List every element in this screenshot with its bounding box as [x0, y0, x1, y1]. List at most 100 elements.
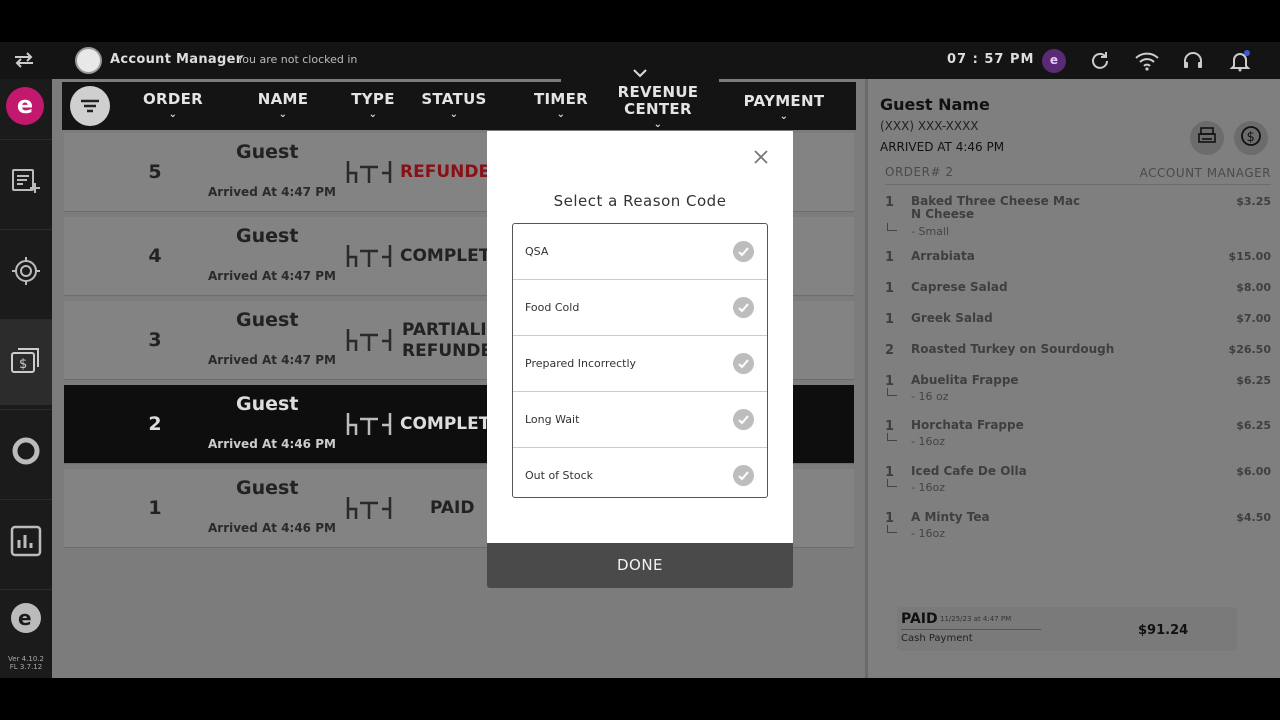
- wifi-icon: [1134, 49, 1159, 73]
- item-price: $7.00: [1236, 312, 1271, 325]
- arrival-time: Arrived At 4:47 PM: [208, 185, 336, 199]
- column-header-order[interactable]: ORDER ⌄: [134, 90, 212, 120]
- order-status: COMPLETI: [400, 246, 497, 266]
- order-status-line1: PARTIALI: [402, 320, 487, 340]
- item-modifier: - 16oz: [911, 435, 945, 448]
- account-title: Account Manager: [110, 52, 243, 67]
- user-avatar[interactable]: e: [1042, 49, 1066, 73]
- reason-label: Out of Stock: [525, 469, 593, 482]
- checkmark-icon[interactable]: [733, 409, 754, 430]
- reason-option-prepared-incorrectly[interactable]: Prepared Incorrectly: [513, 336, 767, 392]
- svg-text:$: $: [19, 357, 27, 372]
- letterbox-top: [0, 0, 1280, 42]
- order-number: 1: [148, 497, 162, 519]
- column-header-label: STATUS: [421, 90, 487, 108]
- chevron-down-icon: ⌄: [779, 111, 789, 122]
- dine-in-icon: [346, 243, 392, 269]
- summary-guest-name: Guest Name: [880, 95, 990, 114]
- left-nav-rail: e $ e Ver 4.10.2 FL 3.7.12: [0, 79, 52, 678]
- reason-option-food-cold[interactable]: Food Cold: [513, 280, 767, 336]
- dine-in-icon: [346, 327, 392, 353]
- account-manager-label: ACCOUNT MANAGER: [1139, 166, 1271, 180]
- letterbox-bottom: [0, 678, 1280, 720]
- modifier-elbow-icon: [887, 433, 897, 441]
- item-modifier: - 16oz: [911, 481, 945, 494]
- item-qty: 1: [885, 195, 895, 210]
- order-total: $91.24: [1138, 623, 1189, 638]
- notification-bell-icon[interactable]: [1228, 49, 1252, 73]
- close-icon[interactable]: [751, 147, 771, 167]
- item-qty: 1: [885, 281, 895, 296]
- item-price: $6.00: [1236, 465, 1271, 478]
- arrival-time: Arrived At 4:47 PM: [208, 353, 336, 367]
- e-logo-icon: e: [10, 602, 42, 638]
- modifier-elbow-icon: [887, 388, 897, 396]
- orders-button[interactable]: $: [0, 319, 52, 405]
- chevron-down-icon: ⌄: [368, 109, 378, 120]
- chevron-down-icon: ⌄: [278, 109, 288, 120]
- column-header-revenue-center[interactable]: REVENUE CENTER ⌄: [606, 84, 710, 130]
- column-header-type[interactable]: TYPE ⌄: [334, 90, 412, 120]
- fl-version-label: FL 3.7.12: [9, 663, 43, 671]
- payment-method: Cash Payment: [901, 633, 973, 644]
- item-name: Greek Salad: [911, 311, 993, 325]
- item-name: A Minty Tea: [911, 510, 990, 524]
- item-name: Horchata Frappe: [911, 418, 1024, 432]
- filter-button[interactable]: [70, 86, 110, 126]
- reason-label: Prepared Incorrectly: [525, 357, 637, 370]
- checkmark-icon[interactable]: [733, 353, 754, 374]
- paid-label: PAID: [901, 611, 938, 627]
- guest-name: Guest: [236, 225, 299, 247]
- column-header-name[interactable]: NAME ⌄: [244, 90, 322, 120]
- checkmark-icon[interactable]: [733, 297, 754, 318]
- version-label: Ver 4.10.2: [8, 655, 44, 663]
- done-button[interactable]: DONE: [487, 543, 793, 588]
- item-price: $15.00: [1228, 250, 1271, 263]
- reports-button[interactable]: [0, 499, 52, 585]
- checkmark-icon[interactable]: [733, 241, 754, 262]
- divider: [901, 629, 1041, 630]
- reason-option-long-wait[interactable]: Long Wait: [513, 392, 767, 448]
- svg-text:e: e: [18, 606, 32, 630]
- item-price: $3.25: [1236, 195, 1271, 208]
- item-name: Baked Three Cheese Mac N Cheese: [911, 194, 1081, 221]
- column-header-payment[interactable]: PAYMENT ⌄: [734, 92, 834, 122]
- tables-button[interactable]: [0, 229, 52, 315]
- item-qty: 1: [885, 374, 895, 389]
- checkmark-icon[interactable]: [733, 465, 754, 486]
- guest-name: Guest: [236, 477, 299, 499]
- print-button[interactable]: [1190, 121, 1224, 155]
- refresh-icon[interactable]: [1088, 49, 1112, 73]
- app-screen: Account Manager You are not clocked in 0…: [0, 0, 1280, 720]
- order-status: COMPLETI: [400, 414, 497, 434]
- reason-option-out-of-stock[interactable]: Out of Stock: [513, 448, 767, 497]
- reason-option-qsa[interactable]: QSA: [513, 224, 767, 280]
- item-price: $6.25: [1236, 374, 1271, 387]
- payment-summary-card[interactable]: PAID 11/25/23 at 4:47 PM Cash Payment $9…: [897, 607, 1237, 651]
- brand-logo[interactable]: e: [6, 87, 44, 125]
- item-name: Arrabiata: [911, 249, 975, 263]
- column-header-timer[interactable]: TIMER ⌄: [522, 90, 600, 120]
- item-price: $8.00: [1236, 281, 1271, 294]
- modifier-elbow-icon: [887, 525, 897, 533]
- column-header-label: PAYMENT: [743, 92, 825, 110]
- switch-arrows-icon[interactable]: [12, 50, 36, 70]
- filter-icon: [70, 99, 110, 130]
- add-order-icon: [11, 167, 41, 199]
- sync-button[interactable]: [0, 409, 52, 495]
- column-header-status[interactable]: STATUS ⌄: [414, 90, 494, 120]
- printer-icon: [1197, 126, 1217, 150]
- order-number: 4: [148, 245, 162, 267]
- new-order-button[interactable]: [0, 139, 52, 225]
- reason-label: Long Wait: [525, 413, 580, 426]
- headset-icon[interactable]: [1181, 49, 1205, 73]
- modifier-elbow-icon: [887, 223, 897, 231]
- pull-down-tab[interactable]: [561, 67, 719, 85]
- column-header-label: REVENUE CENTER: [617, 83, 699, 118]
- order-number: 3: [148, 329, 162, 351]
- item-price: $6.25: [1236, 419, 1271, 432]
- restaurant-logo: [75, 47, 102, 74]
- payment-button[interactable]: $: [1234, 121, 1268, 155]
- guest-name: Guest: [236, 393, 299, 415]
- home-button[interactable]: e: [0, 589, 52, 649]
